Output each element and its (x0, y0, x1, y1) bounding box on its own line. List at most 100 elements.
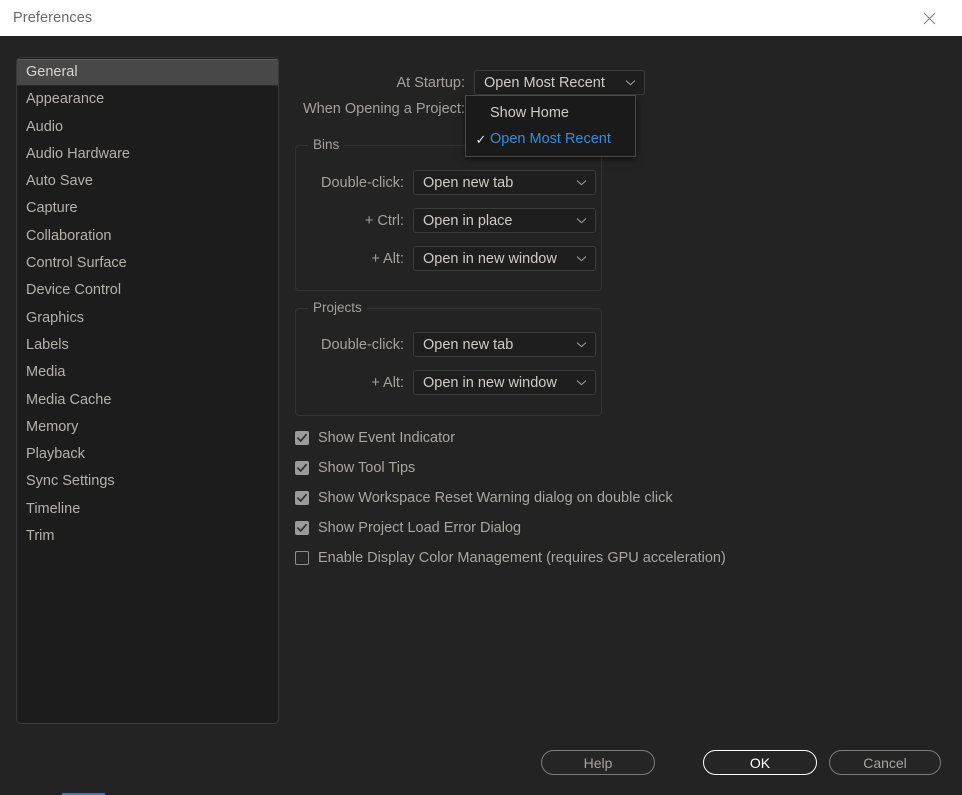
chevron-down-icon (625, 79, 636, 86)
sidebar-item-label: Audio Hardware (26, 145, 130, 162)
projects-alt-label: + Alt: (371, 374, 404, 391)
sidebar-item-label: Control Surface (26, 255, 127, 272)
sidebar-item-label: Capture (26, 200, 78, 217)
bins-ctrl-row: + Ctrl: Open in place (307, 208, 596, 233)
checkbox-checked-icon[interactable] (295, 431, 309, 445)
sidebar-item-audio-hardware[interactable]: Audio Hardware (17, 141, 278, 168)
bins-alt-value: Open in new window (423, 250, 557, 267)
close-icon (923, 12, 936, 25)
dropdown-option-show-home[interactable]: Show Home (466, 100, 635, 126)
sidebar-item-labels[interactable]: Labels (17, 332, 278, 359)
checkbox-unchecked-icon[interactable] (295, 551, 309, 565)
bins-ctrl-value: Open in place (423, 212, 513, 229)
projects-double-click-label: Double-click: (321, 336, 404, 353)
checkbox-row-show-tool-tips[interactable]: Show Tool Tips (295, 453, 726, 483)
checkmark-icon: ✓ (475, 131, 487, 147)
sidebar-item-general[interactable]: General (17, 59, 278, 87)
sidebar-item-label: Appearance (26, 91, 105, 108)
sidebar-item-control-surface[interactable]: Control Surface (17, 250, 278, 277)
projects-group: Projects Double-click: Open new tab + Al… (295, 300, 602, 416)
projects-double-click-select[interactable]: Open new tab (413, 332, 596, 357)
at-startup-row: At Startup: Open Most Recent (380, 70, 645, 95)
at-startup-dropdown-menu[interactable]: Show Home ✓ Open Most Recent (465, 95, 636, 157)
close-button[interactable] (906, 0, 952, 36)
title-bar: Preferences (0, 0, 962, 36)
bins-alt-label: + Alt: (371, 250, 404, 267)
chevron-down-icon (576, 179, 587, 186)
bins-double-click-value: Open new tab (423, 174, 514, 191)
dropdown-option-label: Show Home (490, 105, 569, 121)
projects-group-title: Projects (308, 300, 367, 315)
projects-alt-row: + Alt: Open in new window (307, 370, 596, 395)
checkbox-label: Show Event Indicator (318, 430, 456, 446)
bins-alt-row: + Alt: Open in new window (307, 246, 596, 271)
projects-double-click-value: Open new tab (423, 336, 514, 353)
checkbox-checked-icon[interactable] (295, 491, 309, 505)
sidebar-item-label: Labels (26, 336, 69, 353)
ok-button[interactable]: OK (703, 750, 817, 775)
chevron-down-icon (576, 217, 587, 224)
sidebar-item-label: General (26, 64, 78, 80)
bins-alt-select[interactable]: Open in new window (413, 246, 596, 271)
checkbox-row-show-project-load-error-dialog[interactable]: Show Project Load Error Dialog (295, 513, 726, 543)
when-opening-project-label: When Opening a Project: (302, 101, 465, 117)
sidebar-item-label: Collaboration (26, 227, 112, 244)
projects-alt-select[interactable]: Open in new window (413, 370, 596, 395)
sidebar-item-playback[interactable]: Playback (17, 441, 278, 468)
sidebar-item-label: Playback (26, 446, 85, 463)
preferences-dialog: Preferences General Appearance Audio Aud… (0, 0, 962, 795)
cancel-button[interactable]: Cancel (829, 750, 941, 775)
help-button[interactable]: Help (541, 750, 655, 775)
projects-alt-value: Open in new window (423, 374, 557, 391)
checkbox-label: Enable Display Color Management (require… (318, 550, 726, 566)
sidebar-item-label: Timeline (26, 500, 81, 517)
sidebar-item-label: Media (26, 364, 66, 381)
sidebar-item-timeline[interactable]: Timeline (17, 496, 278, 523)
bins-double-click-label: Double-click: (321, 174, 404, 191)
sidebar-item-audio[interactable]: Audio (17, 114, 278, 141)
at-startup-label: At Startup: (396, 74, 465, 91)
checkbox-label: Show Workspace Reset Warning dialog on d… (318, 490, 673, 506)
checkbox-row-show-event-indicator[interactable]: Show Event Indicator (295, 423, 726, 453)
bins-ctrl-select[interactable]: Open in place (413, 208, 596, 233)
sidebar-item-device-control[interactable]: Device Control (17, 277, 278, 304)
checkbox-checked-icon[interactable] (295, 461, 309, 475)
checkbox-checked-icon[interactable] (295, 521, 309, 535)
checkbox-row-enable-display-color-management[interactable]: Enable Display Color Management (require… (295, 543, 726, 573)
at-startup-select[interactable]: Open Most Recent (474, 70, 645, 95)
at-startup-value: Open Most Recent (484, 74, 605, 91)
sidebar-item-media[interactable]: Media (17, 359, 278, 386)
general-checkbox-list: Show Event Indicator Show Tool Tips Show… (295, 423, 726, 573)
sidebar-item-graphics[interactable]: Graphics (17, 305, 278, 332)
bins-group: Bins Double-click: Open new tab + Ctrl: … (295, 137, 602, 291)
sidebar-item-label: Sync Settings (26, 473, 115, 490)
chevron-down-icon (576, 379, 587, 386)
bins-ctrl-label: + Ctrl: (364, 212, 404, 229)
projects-double-click-row: Double-click: Open new tab (307, 332, 596, 357)
bins-double-click-row: Double-click: Open new tab (307, 170, 596, 195)
sidebar-item-sync-settings[interactable]: Sync Settings (17, 468, 278, 495)
sidebar-item-memory[interactable]: Memory (17, 414, 278, 441)
window-title: Preferences (13, 10, 93, 26)
chevron-down-icon (576, 341, 587, 348)
sidebar-item-label: Auto Save (26, 173, 93, 190)
sidebar-item-capture[interactable]: Capture (17, 195, 278, 222)
sidebar-item-auto-save[interactable]: Auto Save (17, 168, 278, 195)
category-list[interactable]: General Appearance Audio Audio Hardware … (16, 57, 279, 724)
sidebar-item-collaboration[interactable]: Collaboration (17, 223, 278, 250)
bins-double-click-select[interactable]: Open new tab (413, 170, 596, 195)
checkbox-row-show-workspace-reset-warning[interactable]: Show Workspace Reset Warning dialog on d… (295, 483, 726, 513)
sidebar-item-label: Trim (26, 528, 55, 545)
sidebar-item-label: Media Cache (26, 391, 112, 408)
sidebar-item-media-cache[interactable]: Media Cache (17, 387, 278, 414)
checkbox-label: Show Project Load Error Dialog (318, 520, 522, 536)
dropdown-option-open-most-recent[interactable]: ✓ Open Most Recent (466, 126, 635, 152)
sidebar-item-label: Graphics (26, 309, 85, 326)
bins-group-title: Bins (308, 137, 345, 152)
checkbox-label: Show Tool Tips (318, 460, 416, 476)
dialog-footer: Help OK Cancel (0, 750, 962, 778)
chevron-down-icon (576, 255, 587, 262)
sidebar-item-trim[interactable]: Trim (17, 523, 278, 550)
sidebar-item-appearance[interactable]: Appearance (17, 86, 278, 113)
sidebar-item-label: Device Control (26, 282, 122, 299)
